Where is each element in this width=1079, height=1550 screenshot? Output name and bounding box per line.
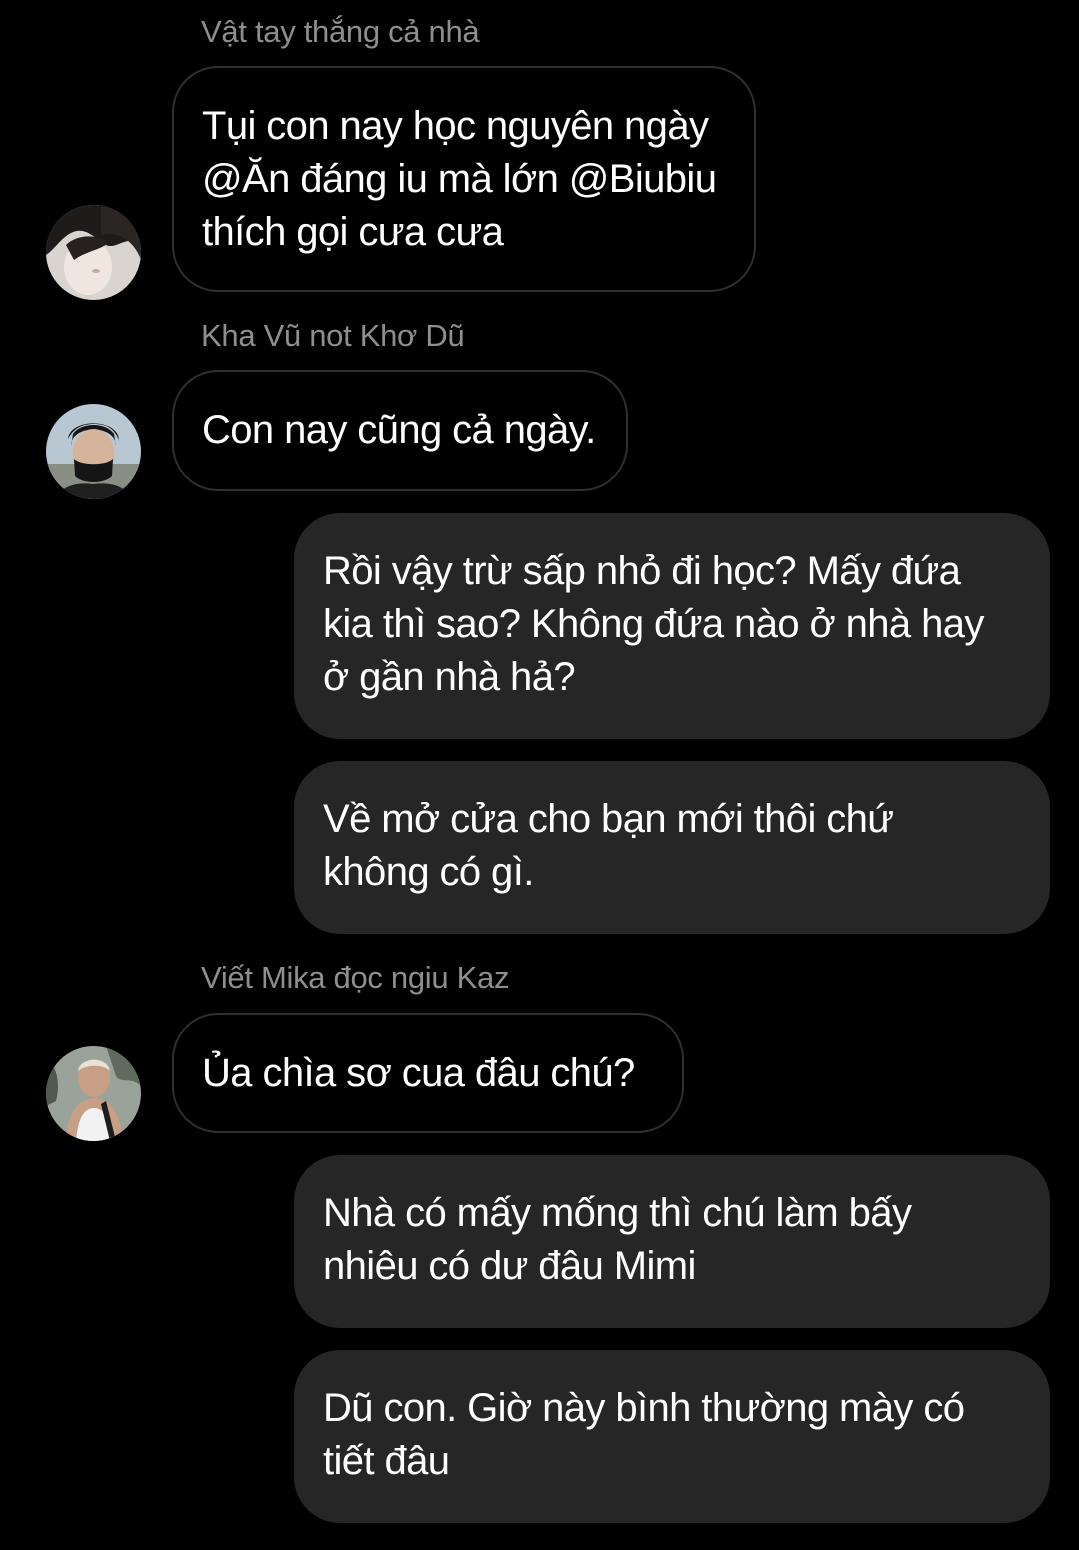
sender-name: Viết Mika đọc ngiu Kaz bbox=[201, 960, 510, 995]
user-avatar-2-icon[interactable] bbox=[46, 404, 141, 499]
outgoing-message-bubble[interactable]: Rồi vậy trừ sấp nhỏ đi học? Mấy đứa kia … bbox=[294, 513, 1050, 739]
outgoing-message-bubble[interactable]: Nhà có mấy mống thì chú làm bấy nhiêu có… bbox=[294, 1155, 1050, 1328]
outgoing-message-bubble[interactable]: Dũ con. Giờ này bình thường mày có tiết … bbox=[294, 1350, 1050, 1523]
incoming-message-bubble[interactable]: Ủa chìa sơ cua đâu chú? bbox=[172, 1013, 684, 1133]
outgoing-message-bubble[interactable]: Về mở cửa cho bạn mới thôi chứ không có … bbox=[294, 761, 1050, 934]
sender-name: Kha Vũ not Khơ Dũ bbox=[201, 318, 465, 353]
sender-name: Vật tay thắng cả nhà bbox=[201, 14, 480, 49]
incoming-message-bubble[interactable]: Con nay cũng cả ngày. bbox=[172, 370, 628, 491]
user-avatar-3-icon[interactable] bbox=[46, 1046, 141, 1141]
user-avatar-1-icon[interactable] bbox=[46, 205, 141, 300]
incoming-message-bubble[interactable]: Tụi con nay học nguyên ngày @Ăn đáng iu … bbox=[172, 66, 756, 292]
